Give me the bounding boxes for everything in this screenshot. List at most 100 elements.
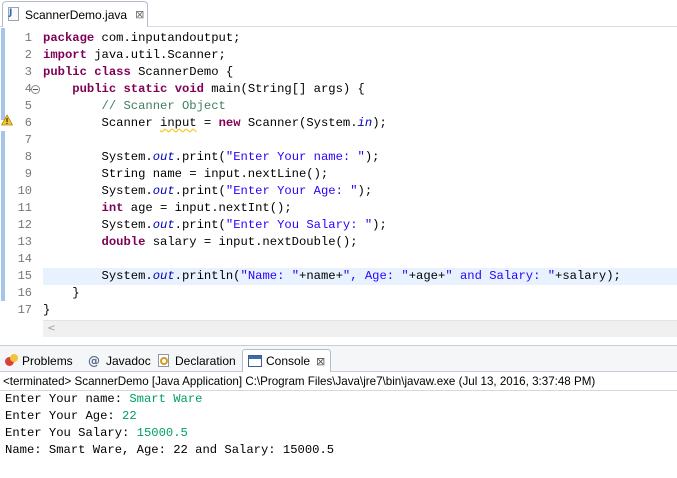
javadoc-icon: @ <box>88 353 100 368</box>
console-line: Enter You Salary: 15000.5 <box>5 425 188 442</box>
code-token: } <box>43 286 80 300</box>
fold-icon[interactable] <box>31 85 40 94</box>
code-token: package <box>43 31 95 45</box>
code-token: Scanner <box>43 116 161 130</box>
scroll-left-arrow[interactable]: < <box>43 321 60 338</box>
console-user-input: 15000.5 <box>136 426 188 440</box>
code-line[interactable]: Scanner input = new Scanner(System.in); <box>43 115 677 132</box>
console-header: <terminated> ScannerDemo [Java Applicati… <box>0 373 677 391</box>
code-token: public <box>72 82 117 96</box>
code-line[interactable]: // Scanner Object <box>43 98 677 115</box>
code-token: salary = input.nextDouble(); <box>145 235 358 249</box>
code-line[interactable]: double salary = input.nextDouble(); <box>43 234 677 251</box>
code-token: "Enter Your name: " <box>225 150 365 164</box>
code-line[interactable]: System.out.println("Name: "+name+", Age:… <box>43 268 677 285</box>
console-prompt: Enter Your name: <box>5 392 130 406</box>
code-token: System. <box>43 269 153 283</box>
line-number: 10 <box>17 184 32 198</box>
code-token: out <box>152 218 175 232</box>
tab-javadoc-label: Javadoc <box>106 353 151 368</box>
line-number: 6 <box>24 116 32 130</box>
code-line[interactable]: int age = input.nextInt(); <box>43 200 677 217</box>
code-editor[interactable]: 1 package com.inputandoutput; 2 import java… <box>0 28 677 343</box>
editor-tab-scannerdemo[interactable]: J ScannerDemo.java ⊠ <box>2 1 148 27</box>
code-token: static <box>123 82 168 96</box>
code-token: System. <box>43 218 153 232</box>
java-file-icon: J <box>7 7 21 22</box>
code-token: System. <box>43 150 153 164</box>
code-token: .print( <box>174 184 226 198</box>
tab-javadoc[interactable]: @ Javadoc <box>88 349 151 372</box>
code-token: "Name: " <box>240 269 300 283</box>
code-token: String name = input.nextLine(); <box>43 167 329 181</box>
code-line[interactable] <box>43 251 677 268</box>
line-number: 16 <box>17 286 32 300</box>
console-user-input: Smart Ware <box>129 392 203 406</box>
code-token: out <box>152 184 175 198</box>
code-token: input <box>160 116 197 130</box>
code-token: // Scanner Object <box>101 99 226 113</box>
line-number: 9 <box>24 167 32 181</box>
line-number: 3 <box>24 65 32 79</box>
code-token: main(String[] args) { <box>203 82 365 96</box>
line-number: 12 <box>17 218 32 232</box>
code-token: public <box>43 65 87 79</box>
console-prompt: Name: Smart Ware, Age: 22 and Salary: 15… <box>5 443 335 457</box>
code-token: ", Age: " <box>342 269 409 283</box>
code-line[interactable]: import java.util.Scanner; <box>43 47 677 64</box>
quick-diff-bar <box>1 28 5 120</box>
console-line: Name: Smart Ware, Age: 22 and Salary: 15… <box>5 442 334 459</box>
code-token: in <box>357 116 373 130</box>
line-number: 17 <box>17 303 32 317</box>
line-number: 14 <box>17 252 32 266</box>
view-tab-bar: Problems @ Javadoc Declaration Console ⊠ <box>0 345 677 372</box>
code-token: +name+ <box>299 269 343 283</box>
code-line[interactable]: System.out.print("Enter You Salary: "); <box>43 217 677 234</box>
console-output[interactable]: Enter Your name: Smart Ware Enter Your Ag… <box>0 392 677 478</box>
code-token: import <box>43 48 87 62</box>
code-line[interactable]: } <box>43 302 677 319</box>
code-token: Scanner(System. <box>240 116 358 130</box>
code-token: int <box>101 201 124 215</box>
tab-declaration[interactable]: Declaration <box>157 349 236 372</box>
tab-console-label: Console <box>266 354 311 368</box>
code-token: void <box>174 82 204 96</box>
tab-declaration-label: Declaration <box>175 353 236 368</box>
code-token: double <box>101 235 146 249</box>
horizontal-scrollbar[interactable]: < <box>43 320 677 337</box>
line-number: 15 <box>17 269 32 283</box>
problems-icon <box>5 354 18 367</box>
editor-tab-label: ScannerDemo.java <box>25 7 128 22</box>
code-token: +age+ <box>408 269 446 283</box>
code-token: ScannerDemo { <box>130 65 234 79</box>
close-icon[interactable]: ⊠ <box>316 355 325 368</box>
line-number: 2 <box>24 48 32 62</box>
console-line: Enter Your name: Smart Ware <box>5 391 202 408</box>
code-line[interactable]: public class ScannerDemo { <box>43 64 677 81</box>
code-line[interactable] <box>43 132 677 149</box>
code-token: out <box>152 269 175 283</box>
code-line[interactable]: } <box>43 285 677 302</box>
tab-problems[interactable]: Problems <box>5 349 73 372</box>
code-line[interactable]: String name = input.nextLine(); <box>43 166 677 183</box>
line-number: 11 <box>17 201 32 215</box>
console-icon <box>248 355 262 367</box>
line-number: 8 <box>24 150 32 164</box>
close-icon[interactable]: ⊠ <box>135 8 144 21</box>
code-line[interactable]: System.out.print("Enter Your Age: "); <box>43 183 677 200</box>
code-token: out <box>152 150 175 164</box>
console-prompt: Enter Your Age: <box>5 409 123 423</box>
console-user-input: 22 <box>122 409 137 423</box>
quick-diff-bar <box>1 131 5 301</box>
code-token: ); <box>364 150 380 164</box>
console-line: Enter Your Age: 22 <box>5 408 137 425</box>
code-line[interactable]: public static void main(String[] args) { <box>43 81 677 98</box>
code-line[interactable]: package com.inputandoutput; <box>43 30 677 47</box>
tab-console[interactable]: Console ⊠ <box>242 349 332 372</box>
code-line[interactable]: System.out.print("Enter Your name: "); <box>43 149 677 166</box>
line-number: 1 <box>24 31 32 45</box>
